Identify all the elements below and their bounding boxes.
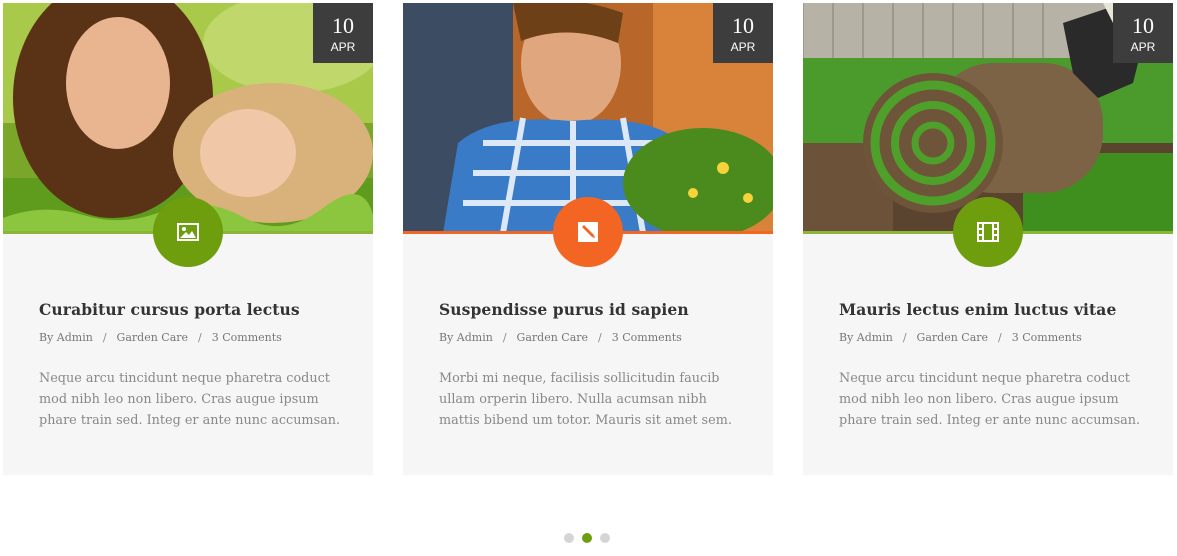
post-format-badge[interactable] [553,197,623,267]
date-month: APR [1130,40,1156,54]
meta-separator: / [102,331,107,344]
post-meta: By Admin / Garden Care / 3 Comments [839,331,1144,344]
post-author[interactable]: By Admin [439,331,493,344]
post-category[interactable]: Garden Care [117,331,188,344]
date-badge: 10 APR [1113,3,1173,63]
date-month: APR [730,40,756,54]
date-month: APR [330,40,356,54]
post-excerpt: Neque arcu tincidunt neque pharetra codu… [839,371,1141,428]
date-day: 10 [1132,13,1154,38]
blog-card: 10 APR Mauris lectus enim luctus vitae B… [803,3,1173,475]
date-day: 10 [332,13,354,38]
meta-separator: / [902,331,907,344]
post-title[interactable]: Curabitur cursus porta lectus [39,300,344,319]
post-category[interactable]: Garden Care [917,331,988,344]
post-meta: By Admin / Garden Care / 3 Comments [39,331,344,344]
pagination-dot[interactable] [600,533,610,543]
post-title[interactable]: Mauris lectus enim luctus vitae [839,300,1144,319]
pencil-icon [578,222,598,242]
date-day: 10 [732,13,754,38]
post-content: Curabitur cursus porta lectus By Admin / G… [39,300,344,444]
post-content: Suspendisse purus id sapien By Admin / Gar… [439,300,744,444]
post-content: Mauris lectus enim luctus vitae By Admin… [839,300,1144,444]
post-author[interactable]: By Admin [839,331,893,344]
meta-separator: / [598,331,602,344]
date-badge: 10 APR [313,3,373,63]
post-comments[interactable]: 3 Comments [212,331,282,344]
blog-card: 10 APR Suspendisse purus id sapien By Ad… [403,3,773,475]
pagination-dot[interactable] [564,533,574,543]
film-icon [977,222,999,242]
image-icon [177,223,199,241]
date-badge: 10 APR [713,3,773,63]
meta-separator: / [998,331,1002,344]
meta-separator: / [198,331,202,344]
post-author[interactable]: By Admin [39,331,93,344]
post-excerpt: Morbi mi neque, facilisis sollicitudin f… [439,371,732,428]
meta-separator: / [502,331,507,344]
post-excerpt: Neque arcu tincidunt neque pharetra codu… [39,371,341,428]
pagination-dot-active[interactable] [582,533,592,543]
post-category[interactable]: Garden Care [517,331,588,344]
post-meta: By Admin / Garden Care / 3 Comments [439,331,744,344]
blog-card: 10 APR Curabitur cursus porta lectus By … [3,3,373,475]
post-comments[interactable]: 3 Comments [612,331,682,344]
post-format-badge[interactable] [953,197,1023,267]
post-comments[interactable]: 3 Comments [1012,331,1082,344]
post-format-badge[interactable] [153,197,223,267]
carousel-pagination [564,533,610,543]
post-title[interactable]: Suspendisse purus id sapien [439,300,744,319]
